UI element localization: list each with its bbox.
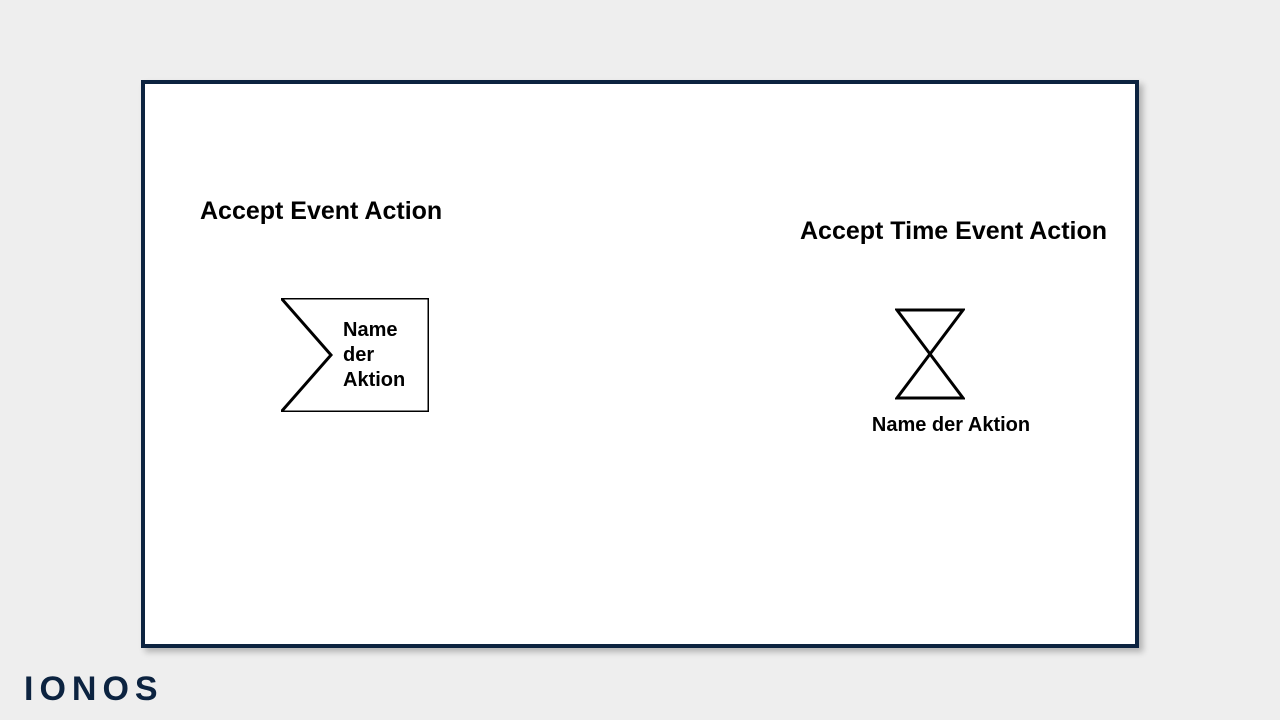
accept-event-action-symbol: Name der Aktion — [281, 298, 429, 412]
heading-accept-event-action: Accept Event Action — [200, 197, 442, 226]
heading-accept-time-event-action: Accept Time Event Action — [800, 217, 1107, 246]
event-label-line2: der — [343, 344, 374, 366]
event-label-line1: Name — [343, 319, 397, 341]
diagram-panel: Accept Event Action Accept Time Event Ac… — [141, 80, 1139, 648]
brand-logo: IONOS — [24, 670, 164, 709]
accept-event-action-label: Name der Aktion — [343, 318, 423, 393]
accept-time-event-action-symbol — [895, 308, 965, 405]
hourglass-icon — [895, 308, 965, 400]
accept-time-event-action-label: Name der Aktion — [851, 414, 1051, 437]
event-label-line3: Aktion — [343, 369, 405, 391]
